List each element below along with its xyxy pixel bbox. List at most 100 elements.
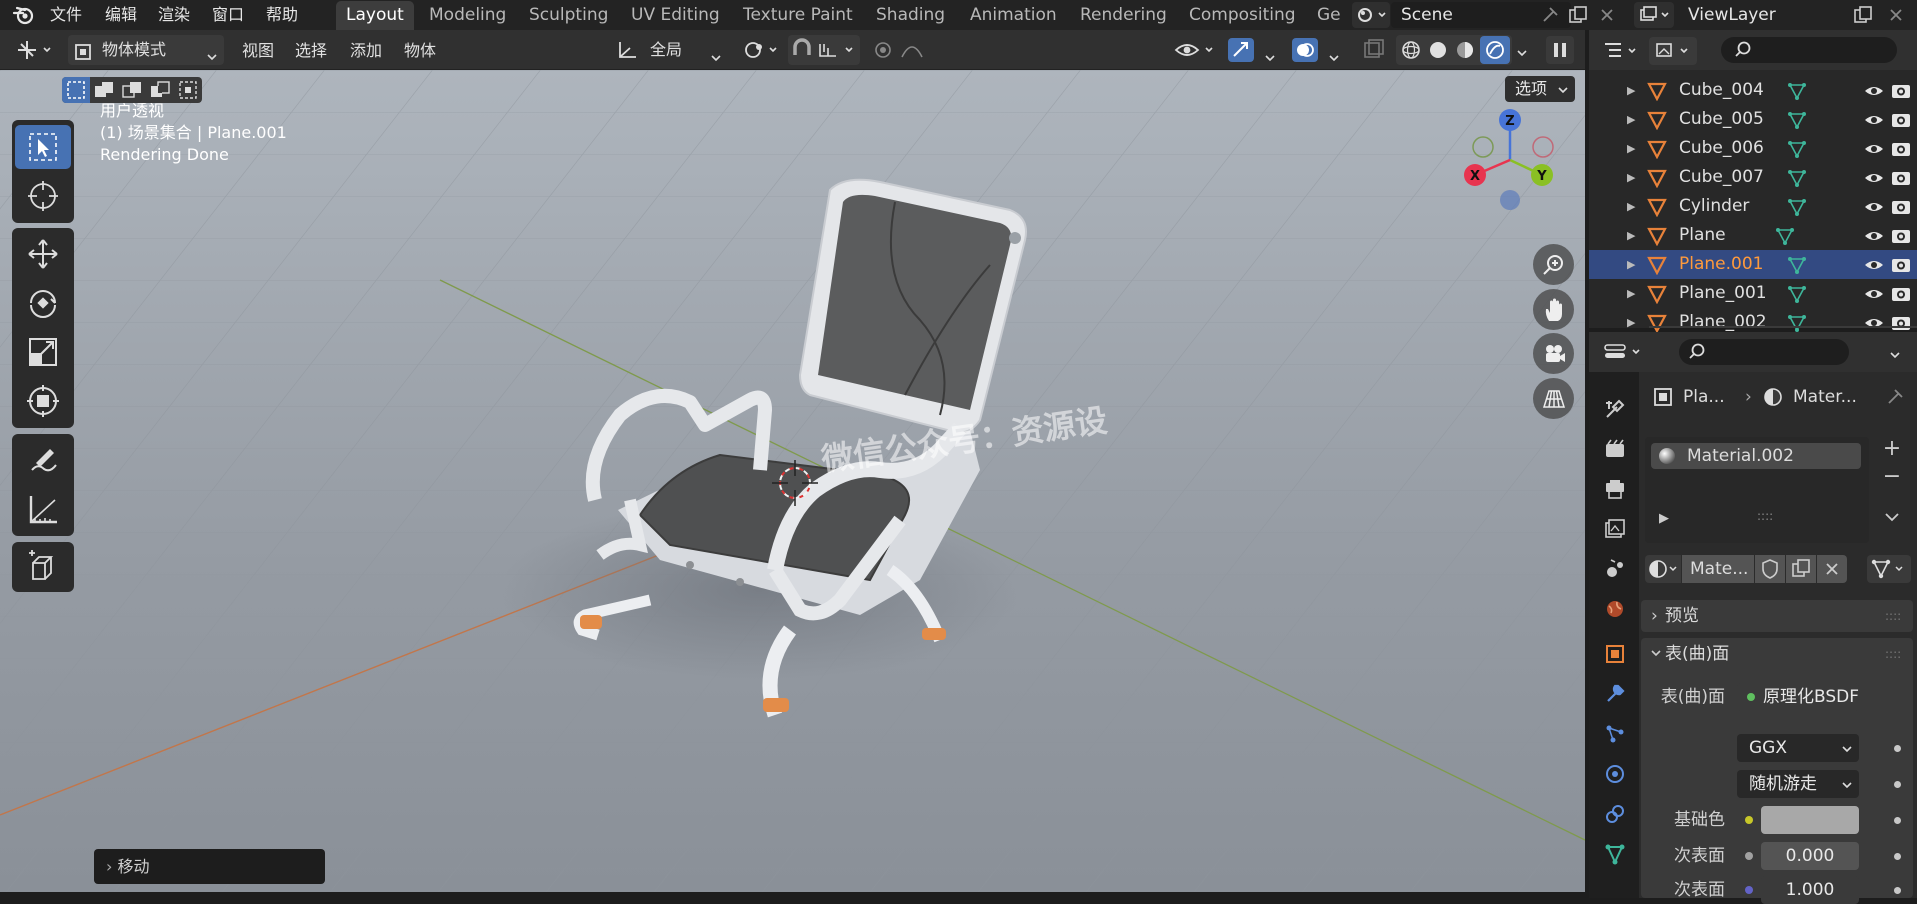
cursor-tool[interactable] [12, 172, 74, 220]
constraints-properties-icon[interactable] [1598, 797, 1632, 831]
scene-selector-icon[interactable] [1352, 2, 1390, 28]
tab-modeling[interactable]: Modeling [419, 1, 516, 30]
xray-toggle[interactable] [1360, 35, 1388, 65]
object-properties-icon[interactable] [1598, 637, 1632, 671]
surface-panel-header[interactable]: 表(曲)面 :::: [1641, 638, 1913, 670]
solid-shading-icon[interactable] [1427, 39, 1449, 71]
mesh-data-icon[interactable] [1787, 110, 1807, 130]
camera-render-icon[interactable] [1890, 255, 1912, 275]
outliner-row[interactable]: ▶ Plane.001 [1589, 250, 1917, 279]
camera-render-icon[interactable] [1890, 197, 1912, 217]
animate-property-icon[interactable] [1894, 887, 1901, 894]
camera-render-icon[interactable] [1890, 110, 1912, 130]
animate-property-icon[interactable] [1894, 817, 1901, 824]
subsurface-field[interactable]: 0.000 [1761, 842, 1859, 870]
menu-help[interactable]: 帮助 [266, 2, 298, 28]
delete-scene-icon[interactable] [1597, 5, 1617, 25]
eye-icon[interactable] [1863, 226, 1885, 246]
render-properties-icon[interactable] [1598, 432, 1632, 466]
tab-animation[interactable]: Animation [960, 1, 1067, 30]
eye-icon[interactable] [1863, 284, 1885, 304]
outliner-row[interactable]: ▶ Cube_006 [1589, 134, 1917, 163]
animate-property-icon[interactable] [1894, 745, 1901, 752]
expand-arrow-icon[interactable]: ▶ [1627, 163, 1635, 192]
mesh-data-icon[interactable] [1787, 255, 1807, 275]
chevron-down-icon[interactable] [1889, 346, 1901, 365]
material-name-field[interactable]: Mate... [1682, 555, 1754, 583]
measure-tool[interactable] [12, 486, 74, 534]
material-slot-item[interactable]: Material.002 [1651, 443, 1861, 469]
menu-select[interactable]: 选择 [295, 39, 327, 63]
expand-arrow-icon[interactable]: ▶ [1627, 250, 1635, 279]
transform-tool[interactable] [12, 377, 74, 425]
subsurface-radius-field[interactable]: 1.000 [1761, 876, 1859, 904]
tab-geometry-nodes[interactable]: Ge [1307, 1, 1347, 30]
new-scene-icon[interactable] [1567, 4, 1589, 26]
tab-texture-paint[interactable]: Texture Paint [733, 1, 863, 30]
base-color-swatch[interactable] [1761, 806, 1859, 834]
outliner-search-input[interactable] [1721, 37, 1897, 63]
delete-view-layer-icon[interactable] [1886, 5, 1906, 25]
camera-render-icon[interactable] [1890, 81, 1912, 101]
3d-viewport[interactable]: 微信公众号：资源设 用户透视 (1) 场景集合 | Plane.001 Rend… [0, 70, 1585, 892]
perspective-toggle-icon[interactable] [1533, 378, 1574, 419]
duplicate-material-icon[interactable] [1786, 555, 1816, 583]
view-layer-icon[interactable] [1634, 2, 1674, 28]
options-dropdown[interactable]: 选项 [1505, 76, 1575, 102]
camera-view-icon[interactable] [1533, 333, 1574, 374]
select-invert-icon[interactable] [146, 77, 174, 103]
zoom-icon[interactable] [1533, 244, 1574, 285]
tab-shading[interactable]: Shading [866, 1, 955, 30]
hand-pan-icon[interactable] [1533, 289, 1574, 330]
fake-user-icon[interactable] [1755, 555, 1785, 583]
world-properties-icon[interactable] [1598, 592, 1632, 626]
subsurface-method-dropdown[interactable]: 随机游走 [1737, 770, 1859, 798]
pivot-point-dropdown[interactable] [740, 35, 784, 65]
select-extend-icon[interactable] [90, 77, 118, 103]
scene-properties-icon[interactable] [1598, 552, 1632, 586]
rotate-tool[interactable] [12, 279, 74, 327]
editor-type-button[interactable] [10, 35, 60, 65]
annotate-tool[interactable] [12, 436, 74, 484]
display-mode-icon[interactable] [1601, 38, 1641, 64]
eye-icon[interactable] [1863, 110, 1885, 130]
3d-cursor-icon[interactable] [770, 458, 820, 508]
gizmo-toggle[interactable] [1228, 35, 1284, 65]
view-layer-name-field[interactable]: ViewLayer [1676, 2, 1846, 28]
mesh-data-icon[interactable] [1787, 168, 1807, 188]
mesh-data-icon[interactable] [1787, 313, 1807, 333]
expand-arrow-icon[interactable]: ▶ [1627, 76, 1635, 105]
select-intersect-icon[interactable] [174, 77, 202, 103]
slot-specials-button[interactable] [1879, 504, 1905, 530]
camera-render-icon[interactable] [1890, 284, 1912, 304]
tab-compositing[interactable]: Compositing [1179, 1, 1306, 30]
select-subtract-icon[interactable] [118, 77, 146, 103]
value-socket-icon[interactable] [1745, 852, 1753, 860]
properties-editor-type-icon[interactable] [1603, 339, 1647, 365]
color-socket-icon[interactable] [1745, 816, 1753, 824]
tab-sculpting[interactable]: Sculpting [519, 1, 618, 30]
link-dropdown[interactable] [1867, 555, 1911, 583]
mesh-data-icon[interactable] [1775, 226, 1795, 246]
drag-handle-icon[interactable]: :::: [1885, 638, 1901, 670]
distribution-dropdown[interactable]: GGX [1737, 734, 1859, 762]
particles-properties-icon[interactable] [1598, 717, 1632, 751]
scale-tool[interactable] [12, 328, 74, 376]
menu-window[interactable]: 窗口 [212, 2, 244, 28]
tab-layout[interactable]: Layout [336, 1, 414, 30]
outliner-row[interactable]: ▶ Cube_005 [1589, 105, 1917, 134]
rendered-shading-icon[interactable] [1480, 36, 1510, 64]
mesh-data-icon[interactable] [1787, 197, 1807, 217]
outliner-row[interactable]: ▶ Cube_004 [1589, 76, 1917, 105]
visibility-dropdown[interactable] [1172, 35, 1222, 65]
new-view-layer-icon[interactable] [1852, 4, 1874, 26]
chevron-right-icon[interactable]: ▶ [1659, 511, 1669, 526]
last-operator-panel[interactable]: › 移动 [94, 849, 325, 884]
camera-render-icon[interactable] [1890, 313, 1912, 333]
outliner-row[interactable]: ▶ Plane [1589, 221, 1917, 250]
expand-arrow-icon[interactable]: ▶ [1627, 105, 1635, 134]
move-tool[interactable] [12, 230, 74, 278]
proportional-edit-toggle[interactable] [866, 35, 940, 65]
material-preview-shading-icon[interactable] [1454, 39, 1476, 71]
add-cube-tool[interactable] [12, 543, 74, 591]
